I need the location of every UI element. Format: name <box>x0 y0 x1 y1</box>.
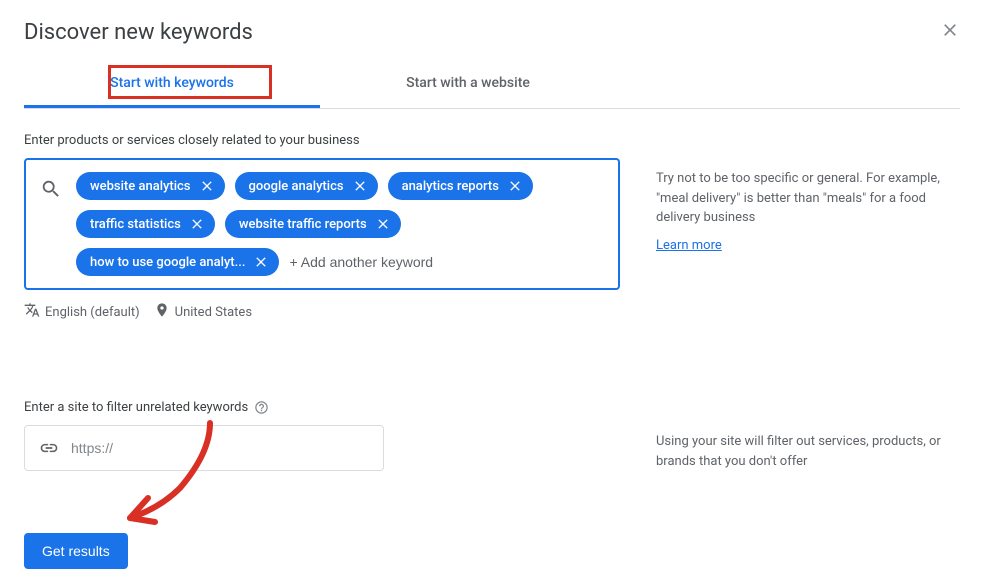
learn-more-link[interactable]: Learn more <box>656 238 722 253</box>
chip-label: analytics reports <box>402 179 499 194</box>
search-icon <box>40 172 62 204</box>
location-pin-icon <box>154 302 170 322</box>
keywords-helper-text: Try not to be too specific or general. F… <box>656 169 960 228</box>
tab-start-with-website[interactable]: Start with a website <box>320 61 616 108</box>
location-selector[interactable]: United States <box>154 302 252 322</box>
chip-label: google analytics <box>249 179 344 194</box>
remove-chip-icon[interactable] <box>253 254 269 270</box>
link-icon <box>39 438 59 458</box>
remove-chip-icon[interactable] <box>352 178 368 194</box>
chip-label: how to use google analyt... <box>90 255 245 270</box>
site-label-text: Enter a site to filter unrelated keyword… <box>24 400 248 415</box>
site-helper-text: Using your site will filter out services… <box>656 432 960 471</box>
remove-chip-icon[interactable] <box>189 216 205 232</box>
remove-chip-icon[interactable] <box>507 178 523 194</box>
close-icon[interactable] <box>940 20 960 44</box>
page-title: Discover new keywords <box>24 20 253 45</box>
remove-chip-icon[interactable] <box>199 178 215 194</box>
help-icon[interactable] <box>254 400 269 415</box>
keyword-chip[interactable]: website analytics <box>76 172 225 200</box>
language-selector[interactable]: English (default) <box>24 302 140 322</box>
keyword-chip[interactable]: website traffic reports <box>225 210 401 238</box>
translate-icon <box>24 302 40 322</box>
chip-label: website analytics <box>90 179 191 194</box>
keyword-chip[interactable]: analytics reports <box>388 172 533 200</box>
keywords-input-box[interactable]: website analytics google analytics analy… <box>24 158 620 290</box>
remove-chip-icon[interactable] <box>375 216 391 232</box>
keyword-chips-area: website analytics google analytics analy… <box>76 172 606 276</box>
tab-start-with-keywords[interactable]: Start with keywords <box>24 61 320 108</box>
tab-label: Start with a website <box>406 75 530 91</box>
chip-label: website traffic reports <box>239 217 367 232</box>
tabs-bar: Start with keywords Start with a website <box>24 61 960 109</box>
keyword-chip[interactable]: google analytics <box>235 172 378 200</box>
get-results-button[interactable]: Get results <box>24 533 128 569</box>
chip-label: traffic statistics <box>90 217 181 232</box>
language-label: English (default) <box>45 305 140 320</box>
location-label: United States <box>175 305 252 320</box>
site-url-input[interactable] <box>71 440 369 456</box>
site-section-label: Enter a site to filter unrelated keyword… <box>24 400 620 415</box>
site-url-box[interactable] <box>24 425 384 471</box>
tab-label: Start with keywords <box>110 75 234 91</box>
add-keyword-input[interactable] <box>289 248 470 276</box>
keyword-chip[interactable]: traffic statistics <box>76 210 215 238</box>
keyword-chip[interactable]: how to use google analyt... <box>76 248 279 276</box>
keywords-section-label: Enter products or services closely relat… <box>24 133 620 148</box>
